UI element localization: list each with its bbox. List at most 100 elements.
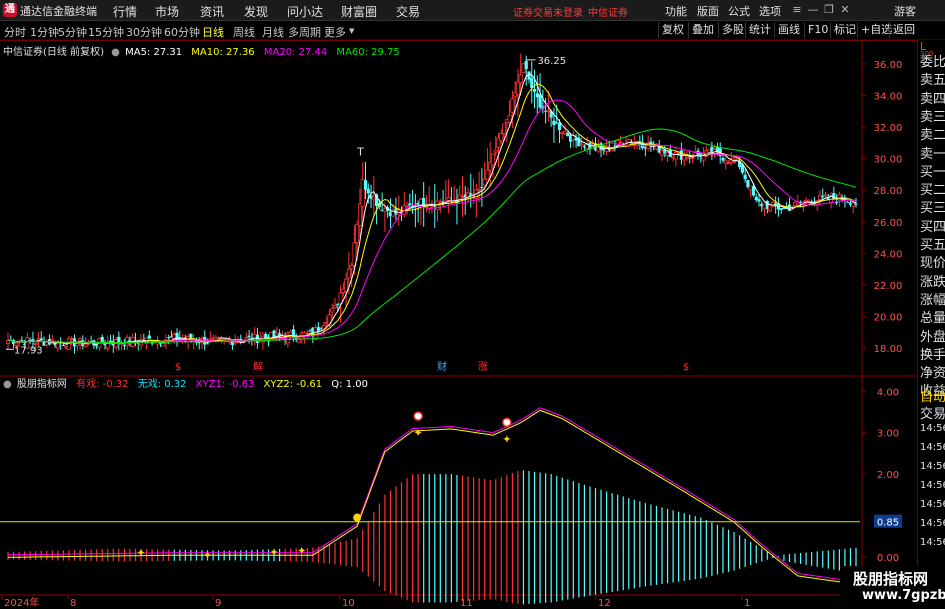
candle-body	[613, 145, 617, 147]
menu-quotes[interactable]: 行情	[113, 3, 137, 20]
candle-body	[532, 88, 537, 92]
candle-body	[205, 343, 210, 345]
period-tab-7[interactable]: 周线	[233, 24, 255, 40]
toolbar-button-1[interactable]: 叠加	[688, 22, 717, 38]
indicator-q: Q: 1.00	[331, 379, 368, 390]
menu-options[interactable]: 选项	[759, 3, 781, 19]
period-tab-2[interactable]: 5分钟	[58, 24, 87, 40]
price-tick-label-3: 30.00	[874, 155, 903, 166]
menu-formula[interactable]: 公式	[728, 3, 750, 19]
candle-body	[518, 74, 523, 83]
quote-field-3[interactable]: 卖三	[920, 109, 945, 126]
candle-body	[660, 150, 665, 156]
date-label-6: 1	[744, 598, 750, 609]
menu-trade[interactable]: 交易	[396, 3, 420, 20]
toolbar-button-2[interactable]: 多股	[718, 22, 747, 38]
menu-wealth-circle[interactable]: 财富圈	[341, 3, 377, 20]
period-tab-5[interactable]: 60分钟	[164, 24, 200, 40]
quote-field-16[interactable]: 换手	[920, 347, 945, 364]
t-marker: T	[356, 145, 364, 158]
period-tab-8[interactable]: 月线	[262, 24, 284, 40]
menu-market[interactable]: 市场	[155, 3, 179, 20]
quote-field-7[interactable]: 买二	[920, 182, 945, 199]
legend-toggle-icon[interactable]: ●	[111, 47, 120, 58]
restore-icon[interactable]: ❐	[822, 3, 836, 17]
quote-field-10[interactable]: 买五	[920, 237, 945, 254]
low-price-label: 17.93	[14, 345, 43, 356]
event-marker-0: $	[175, 362, 181, 373]
candle-body	[563, 131, 568, 135]
candle-body	[530, 77, 534, 89]
event-marker-3: 涨	[478, 361, 488, 373]
candle-body	[33, 342, 38, 345]
event-marker-1: 解	[253, 360, 263, 373]
date-label-1: 8	[70, 598, 76, 609]
period-tab-9[interactable]: 多周期	[288, 24, 321, 40]
quote-field-12[interactable]: 涨跌	[920, 274, 945, 291]
trade-label[interactable]: 交易	[920, 403, 945, 422]
toolbar-button-5[interactable]: F10	[804, 22, 831, 38]
period-tab-0[interactable]: 分时	[4, 24, 26, 40]
toolbar-button-3[interactable]: 统计	[745, 22, 774, 38]
period-tab-1[interactable]: 1分钟	[30, 24, 59, 40]
candle-body	[125, 336, 130, 346]
toolbar-button-6[interactable]: 标记	[830, 22, 859, 38]
quote-field-5[interactable]: 卖一	[920, 146, 945, 163]
candle-body	[477, 189, 482, 192]
sub-legend-toggle-icon[interactable]: ●	[3, 379, 12, 390]
menu-icon[interactable]: ≡	[790, 3, 804, 17]
candle-body	[762, 203, 767, 210]
close-icon[interactable]: ✕	[838, 3, 852, 17]
candle-body	[305, 332, 310, 335]
candle-body	[460, 196, 465, 199]
indicator-tick-label-1: 3.00	[877, 429, 899, 440]
tick-time: 14:56	[920, 480, 945, 491]
candle-body	[161, 343, 166, 347]
guest-label[interactable]: 游客	[894, 3, 916, 19]
quote-field-2[interactable]: 卖四	[920, 91, 945, 108]
indicator-xyz2: XYZ2: -0.61	[263, 379, 323, 390]
quote-field-17[interactable]: 净资	[920, 365, 945, 382]
candle-body	[382, 208, 387, 212]
menu-discover[interactable]: 发现	[244, 3, 268, 20]
quote-field-0[interactable]: 委比	[920, 54, 945, 71]
candle-body	[538, 94, 542, 108]
quote-field-9[interactable]: 买四	[920, 219, 945, 236]
indicator-tick-label-4: 0.00	[877, 553, 899, 564]
quote-field-1[interactable]: 卖五	[920, 72, 945, 89]
period-tab-10[interactable]: 更多	[324, 24, 346, 40]
main-legend: 中信证券(日线 前复权) ● MA5: 27.31 MA10: 27.36 MA…	[3, 43, 400, 58]
menu-function[interactable]: 功能	[665, 3, 687, 19]
price-tick-label-8: 20.00	[874, 313, 903, 324]
period-tab-3[interactable]: 15分钟	[88, 24, 124, 40]
indicator-xyz1: XYZ1: -0.63	[195, 379, 255, 390]
indicator-tick-label-2: 2.00	[877, 470, 899, 481]
more-dropdown-icon[interactable]: ▼	[349, 27, 354, 35]
quote-field-13[interactable]: 涨幅	[920, 292, 945, 309]
quote-field-8[interactable]: 买三	[920, 200, 945, 217]
candle-body	[308, 330, 312, 332]
candle-body	[754, 196, 758, 201]
ma60-label: MA60: 29.75	[336, 47, 400, 58]
quote-field-4[interactable]: 卖二	[920, 127, 945, 144]
menu-ask[interactable]: 问小达	[287, 3, 323, 20]
toolbar-button-0[interactable]: 复权	[658, 22, 687, 38]
menu-layout[interactable]: 版面	[697, 3, 719, 19]
candle-body	[555, 122, 559, 124]
candle-body	[39, 338, 43, 341]
login-status[interactable]: 证券交易未登录	[513, 4, 583, 19]
quote-field-15[interactable]: 外盘	[920, 329, 945, 346]
toolbar-button-4[interactable]: 画线	[774, 22, 803, 38]
candle-body	[618, 141, 623, 144]
quote-field-11[interactable]: 现价	[920, 255, 945, 272]
chart-area[interactable]: 36.00 34.00 32.00 30.00 28.00 26.00 24.00 22.00…	[0, 40, 917, 609]
period-tab-4[interactable]: 30分钟	[126, 24, 162, 40]
toolbar-button-8[interactable]: 返回	[889, 22, 918, 38]
quote-field-6[interactable]: 买一	[920, 164, 945, 181]
menu-news[interactable]: 资讯	[200, 3, 224, 20]
candle-body	[502, 123, 507, 134]
period-tab-6[interactable]: 日线	[202, 24, 224, 40]
candle-body	[684, 156, 689, 159]
quote-field-14[interactable]: 总量	[920, 310, 945, 327]
minimize-icon[interactable]: —	[806, 3, 820, 17]
